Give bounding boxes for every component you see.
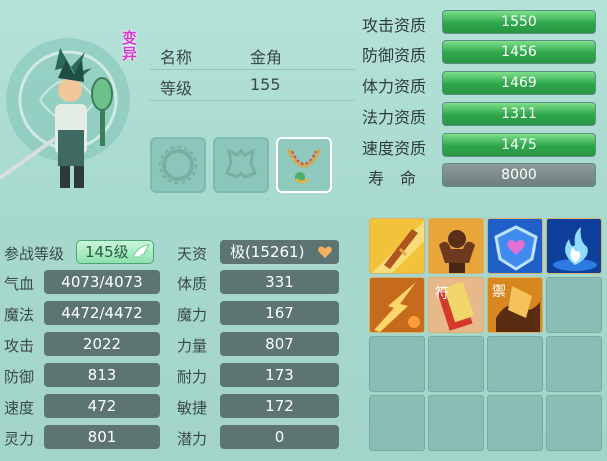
stat-value: 807 [220, 332, 339, 356]
level-label: 等级 [160, 79, 193, 98]
stat-value: 472 [44, 394, 160, 418]
flexing-beast-skill-icon [429, 219, 483, 273]
wing-icon [132, 244, 151, 258]
ring-slot[interactable] [150, 137, 206, 193]
stat-label: 魔力 [177, 306, 208, 324]
quality-row: 攻击资质 1550 [362, 10, 602, 36]
empty-skill-slot[interactable] [428, 336, 484, 392]
heart-shield-skill-icon [488, 219, 542, 273]
quality-label: 攻击资质 [362, 16, 427, 35]
heart-icon [318, 246, 332, 258]
skill-badge-text: 符 [435, 286, 449, 302]
stat-value: 801 [44, 425, 160, 449]
stat-value: 173 [220, 363, 339, 387]
stat-value: 172 [220, 394, 339, 418]
quality-label: 速度资质 [362, 139, 427, 158]
quality-label: 防御资质 [362, 46, 427, 65]
skill-slot[interactable] [487, 218, 543, 274]
stat-label: 速度 [4, 399, 35, 417]
stat-row: 防御 813 耐力 173 [0, 363, 345, 389]
lifespan-bar: 8000 [442, 163, 596, 187]
stat-label: 力量 [177, 337, 208, 355]
aptitude-value: 极(15261) [230, 243, 305, 261]
quality-row: 防御资质 1456 [362, 40, 602, 66]
stat-row: 气血 4073/4073 体质 331 [0, 270, 345, 296]
empty-skill-slot[interactable] [487, 395, 543, 451]
quality-row: 体力资质 1469 [362, 71, 602, 97]
sword-skill-icon [370, 219, 424, 273]
quality-bar: 1311 [442, 102, 596, 126]
stat-row: 魔法 4472/4472 魔力 167 [0, 301, 345, 327]
mutant-badge: 变异 [122, 29, 138, 63]
level-value: 155 [250, 75, 281, 94]
quality-bar: 1475 [442, 133, 596, 157]
stat-label: 攻击 [4, 337, 35, 355]
stat-value: 813 [44, 363, 160, 387]
quality-row: 速度资质 1475 [362, 133, 602, 159]
stat-label: 敏捷 [177, 399, 208, 417]
skill-grid: 符 禦 [369, 218, 603, 456]
lifespan-label: 寿 命 [368, 169, 417, 188]
stat-value: 167 [220, 301, 339, 325]
skill-slot[interactable] [546, 218, 602, 274]
empty-skill-slot[interactable] [369, 395, 425, 451]
stat-label: 耐力 [177, 368, 208, 386]
quality-label: 体力资质 [362, 77, 427, 96]
stat-label: 潜力 [177, 430, 208, 448]
stat-value: 0 [220, 425, 339, 449]
name-value: 金角 [250, 48, 283, 67]
stat-row: 攻击 2022 力量 807 [0, 332, 345, 358]
necklace-icon [286, 148, 322, 184]
skill-badge-text: 禦 [492, 284, 506, 300]
level-row: 等级 155 [150, 69, 350, 99]
quality-label: 法力资质 [362, 108, 427, 127]
quality-bar: 1456 [442, 40, 596, 64]
skill-slot[interactable]: 禦 [487, 277, 543, 333]
stat-label: 灵力 [4, 430, 35, 448]
divider [150, 100, 355, 101]
blue-flame-skill-icon [547, 219, 601, 273]
lightning-skill-icon [370, 278, 424, 332]
skill-slot[interactable] [369, 277, 425, 333]
stat-label: 体质 [177, 275, 208, 293]
stat-row: 灵力 801 潜力 0 [0, 425, 345, 451]
empty-skill-slot[interactable] [546, 395, 602, 451]
skill-slot[interactable]: 符 [428, 277, 484, 333]
empty-skill-slot[interactable] [369, 336, 425, 392]
aptitude-box: 极(15261) [220, 240, 339, 264]
necklace-slot[interactable] [276, 137, 332, 193]
quality-bar: 1469 [442, 71, 596, 95]
stat-label: 防御 [4, 368, 35, 386]
battle-level-badge[interactable]: 145级 [76, 240, 154, 264]
stat-label: 气血 [4, 275, 35, 293]
stat-label: 魔法 [4, 306, 35, 324]
skill-slot[interactable] [369, 218, 425, 274]
armor-slot[interactable] [213, 137, 269, 193]
battle-level-value: 145级 [85, 243, 129, 261]
stat-value: 331 [220, 270, 339, 294]
empty-skill-slot[interactable] [546, 336, 602, 392]
empty-skill-slot[interactable] [428, 395, 484, 451]
quality-bar: 1550 [442, 10, 596, 34]
stat-row: 速度 472 敏捷 172 [0, 394, 345, 420]
empty-skill-slot[interactable] [487, 336, 543, 392]
quality-row: 法力资质 1311 [362, 102, 602, 128]
battle-level-label: 参战等级 [4, 245, 65, 263]
stat-value: 4073/4073 [44, 270, 160, 294]
aptitude-label: 天资 [177, 245, 208, 263]
talisman-skill-icon: 符 [429, 278, 483, 332]
ring-slot-icon [159, 146, 197, 184]
lifespan-row: 寿 命 8000 [362, 163, 602, 189]
stat-value: 2022 [44, 332, 160, 356]
name-label: 名称 [160, 48, 193, 67]
stat-value: 4472/4472 [44, 301, 160, 325]
armor-slot-icon [225, 148, 257, 179]
name-row: 名称 金角 [150, 38, 350, 68]
skill-slot[interactable] [428, 218, 484, 274]
battle-level-row: 参战等级 145级 天资 极(15261) [0, 240, 345, 266]
dark-talisman-skill-icon: 禦 [488, 278, 542, 332]
empty-skill-slot[interactable] [546, 277, 602, 333]
